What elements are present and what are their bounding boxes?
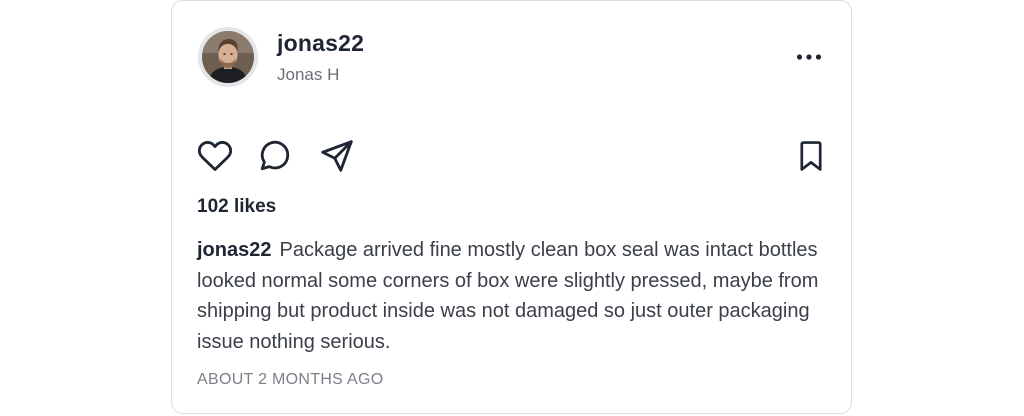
heart-icon <box>197 141 233 171</box>
avatar[interactable] <box>198 27 258 87</box>
post-card: jonas22 Jonas H 102 likes jonas22 Package… <box>171 0 852 414</box>
share-button[interactable] <box>318 137 356 175</box>
comment-button[interactable] <box>256 137 294 175</box>
avatar-image <box>202 31 254 83</box>
post-display-name: Jonas H <box>277 65 340 84</box>
post-username[interactable]: jonas22 <box>277 30 364 57</box>
save-button[interactable] <box>792 137 830 175</box>
post-caption: jonas22 Package arrived fine mostly clean… <box>197 235 837 357</box>
caption-username[interactable]: jonas22 <box>197 239 271 261</box>
comment-icon <box>260 140 290 171</box>
post-timestamp: ABOUT 2 MONTHS AGO <box>197 371 384 388</box>
like-button[interactable] <box>196 137 234 175</box>
more-horizontal-icon <box>796 54 822 60</box>
bookmark-icon <box>800 141 822 171</box>
more-options-button[interactable] <box>791 45 827 69</box>
send-icon <box>321 140 353 172</box>
caption-text: Package arrived fine mostly clean box se… <box>197 239 819 353</box>
likes-count[interactable]: 102 likes <box>197 196 276 218</box>
